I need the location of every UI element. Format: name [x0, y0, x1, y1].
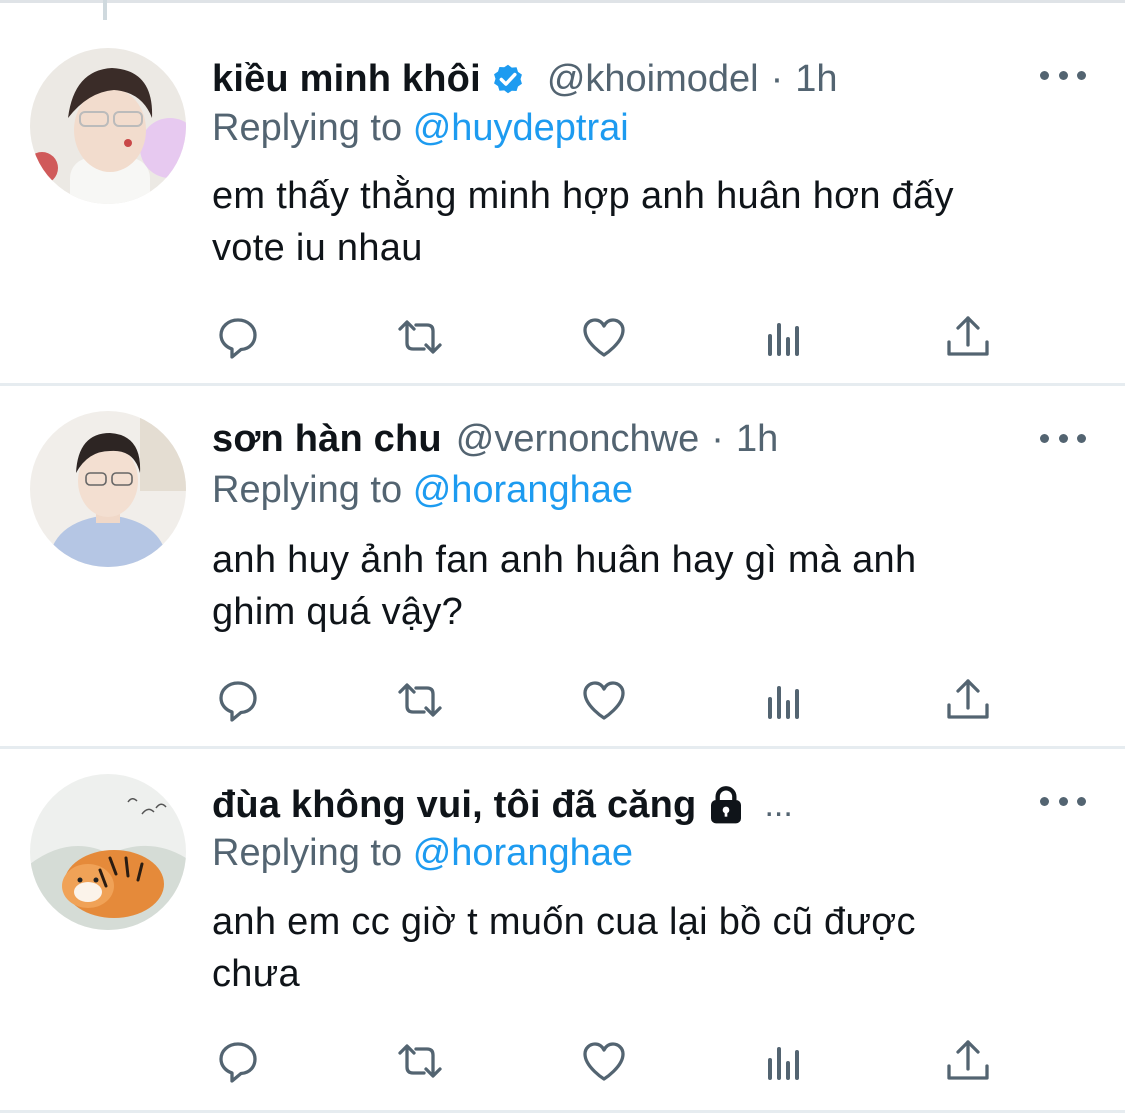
tweet-text-line: anh huy ảnh fan anh huân hay gì mà anh	[212, 539, 917, 581]
lock-icon	[711, 786, 742, 824]
share-icon[interactable]	[943, 1036, 993, 1086]
truncation-ellipsis: ...	[764, 785, 793, 824]
retweet-icon[interactable]	[395, 312, 445, 362]
separator-dot: ·	[770, 57, 784, 100]
replying-to-line: Replying to @horanghae	[212, 466, 633, 514]
action-bar	[0, 312, 1125, 362]
share-icon[interactable]	[943, 312, 993, 362]
like-icon[interactable]	[579, 1036, 629, 1086]
avatar-photo-icon	[30, 411, 186, 567]
tiger-illustration-icon	[30, 774, 186, 930]
display-name[interactable]: kiều minh khôi	[212, 58, 481, 101]
avatar-photo-icon	[30, 48, 186, 204]
tweet-text: em thấy thằng minh hợp anh huân hơn đấy …	[212, 170, 1092, 274]
views-icon[interactable]	[762, 1036, 812, 1086]
replying-to-label: Replying to	[212, 469, 403, 511]
tweet-text-line: em thấy thằng minh hợp anh huân hơn đấy	[212, 175, 954, 217]
tweet-3[interactable]: đùa không vui, tôi đã căng ... Replying …	[0, 749, 1125, 1119]
reply-icon[interactable]	[213, 675, 263, 725]
more-options-icon[interactable]	[1040, 791, 1086, 811]
tweet-text-line: ghim quá vậy?	[212, 591, 464, 633]
retweet-icon[interactable]	[395, 675, 445, 725]
timestamp[interactable]: 1h	[795, 58, 837, 101]
like-icon[interactable]	[579, 312, 629, 362]
tweet-text-line: anh em cc giờ t muốn cua lại bồ cũ được	[212, 901, 916, 943]
tweet-text-line: chưa	[212, 953, 300, 995]
avatar[interactable]	[30, 411, 186, 567]
tweet-text-line: vote iu nhau	[212, 227, 423, 269]
verified-badge-icon	[493, 64, 522, 94]
retweet-icon[interactable]	[395, 1036, 445, 1086]
replying-to-label: Replying to	[212, 832, 403, 874]
tweet-header: đùa không vui, tôi đã căng ...	[212, 781, 793, 829]
replying-to-line: Replying to @horanghae	[212, 829, 633, 877]
replying-to-handle[interactable]: @horanghae	[413, 832, 633, 874]
action-bar	[0, 1036, 1125, 1086]
replying-to-label: Replying to	[212, 107, 403, 149]
share-icon[interactable]	[943, 675, 993, 725]
tweet-text: anh huy ảnh fan anh huân hay gì mà anh g…	[212, 534, 1092, 638]
tweet-header: kiều minh khôi @khoimodel · 1h	[212, 55, 838, 103]
separator-dot: ·	[711, 417, 724, 460]
tweet-divider	[0, 1110, 1125, 1113]
views-icon[interactable]	[762, 312, 812, 362]
tweet-2[interactable]: sơn hàn chu @vernonchwe · 1h Replying to…	[0, 386, 1125, 748]
display-name[interactable]: đùa không vui, tôi đã căng	[212, 784, 696, 827]
tweet-text: anh em cc giờ t muốn cua lại bồ cũ được …	[212, 896, 1092, 1000]
handle[interactable]: @khoimodel	[547, 58, 759, 101]
more-options-icon[interactable]	[1040, 65, 1086, 85]
tweet-1[interactable]: kiều minh khôi @khoimodel · 1h Replying …	[0, 0, 1125, 385]
replying-to-handle[interactable]: @horanghae	[413, 469, 633, 511]
avatar[interactable]	[30, 774, 186, 930]
reply-icon[interactable]	[213, 1036, 263, 1086]
reply-icon[interactable]	[213, 312, 263, 362]
display-name[interactable]: sơn hàn chu	[212, 418, 442, 461]
tweet-header: sơn hàn chu @vernonchwe · 1h	[212, 415, 778, 463]
replying-to-handle[interactable]: @huydeptrai	[413, 107, 629, 149]
action-bar	[0, 675, 1125, 725]
more-options-icon[interactable]	[1040, 428, 1086, 448]
like-icon[interactable]	[579, 675, 629, 725]
handle[interactable]: @vernonchwe	[456, 418, 699, 461]
views-icon[interactable]	[762, 675, 812, 725]
avatar[interactable]	[30, 48, 186, 204]
replying-to-line: Replying to @huydeptrai	[212, 104, 629, 152]
timestamp[interactable]: 1h	[736, 418, 778, 461]
